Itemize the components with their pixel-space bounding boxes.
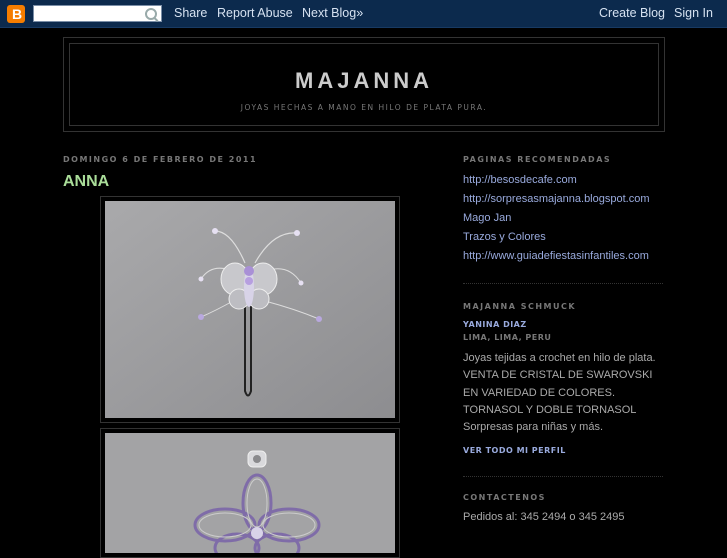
link-guiadefiestas[interactable]: http://www.guiadefiestasinfantiles.com	[463, 250, 649, 262]
profile-about-line-5: Sorpresas para niñas y más.	[463, 421, 604, 433]
blogger-logo-letter: B	[12, 6, 23, 22]
link-mago-jan[interactable]: Mago Jan	[463, 212, 511, 224]
link-trazos-y-colores[interactable]: Trazos y Colores	[463, 231, 546, 243]
profile-about-line-4: TORNASOL Y DOBLE TORNASOL	[463, 404, 637, 416]
report-abuse-link[interactable]: Report Abuse	[217, 6, 293, 20]
profile-location: LIMA, LIMA, PERU	[463, 333, 552, 342]
search-input[interactable]	[33, 5, 162, 22]
share-link[interactable]: Share	[174, 6, 207, 20]
blogger-logo-icon[interactable]: B	[7, 5, 25, 23]
butterfly-hairpin-image	[105, 201, 395, 418]
blog-description: JOYAS HECHAS A MANO EN HILO DE PLATA PUR…	[240, 103, 488, 112]
post-photo-butterfly[interactable]	[100, 196, 400, 423]
blog-header: MAJANNA JOYAS HECHAS A MANO EN HILO DE P…	[63, 37, 665, 132]
next-blog-link[interactable]: Next Blog»	[302, 6, 363, 20]
profile-about-line-3: EN VARIEDAD DE COLORES.	[463, 387, 615, 399]
profile-about-line-2: VENTA DE CRISTAL DE SWAROVSKI	[463, 369, 653, 381]
sidebar-divider	[463, 283, 663, 284]
blogger-navbar: B Share Report Abuse Next Blog» Create B…	[0, 0, 727, 28]
profile-about-line-1: Joyas tejidas a crochet en hilo de plata…	[463, 352, 656, 364]
post-date: DOMINGO 6 DE FEBRERO DE 2011	[63, 155, 258, 164]
blog-title[interactable]: MAJANNA	[70, 68, 658, 94]
post-photo-flower[interactable]	[100, 428, 400, 558]
sidebar-divider	[463, 476, 663, 477]
blog-header-inner: MAJANNA JOYAS HECHAS A MANO EN HILO DE P…	[69, 43, 659, 126]
create-blog-link[interactable]: Create Blog	[599, 6, 665, 20]
sign-in-link[interactable]: Sign In	[674, 6, 713, 20]
search-icon[interactable]	[145, 8, 157, 20]
contact-text: Pedidos al: 345 2494 o 345 2495	[463, 511, 625, 523]
recommended-pages-heading: PAGINAS RECOMENDADAS	[463, 155, 612, 164]
post-title[interactable]: ANNA	[63, 173, 109, 191]
profile-heading: MAJANNA SCHMUCK	[463, 302, 577, 311]
link-besosdecafe[interactable]: http://besosdecafe.com	[463, 174, 577, 186]
profile-name-link[interactable]: YANINA DIAZ	[463, 320, 527, 329]
contact-heading: CONTACTENOS	[463, 493, 546, 502]
flower-pendant-image	[105, 433, 395, 553]
link-sorpresasmajanna[interactable]: http://sorpresasmajanna.blogspot.com	[463, 193, 650, 205]
view-full-profile-link[interactable]: VER TODO MI PERFIL	[463, 446, 566, 455]
